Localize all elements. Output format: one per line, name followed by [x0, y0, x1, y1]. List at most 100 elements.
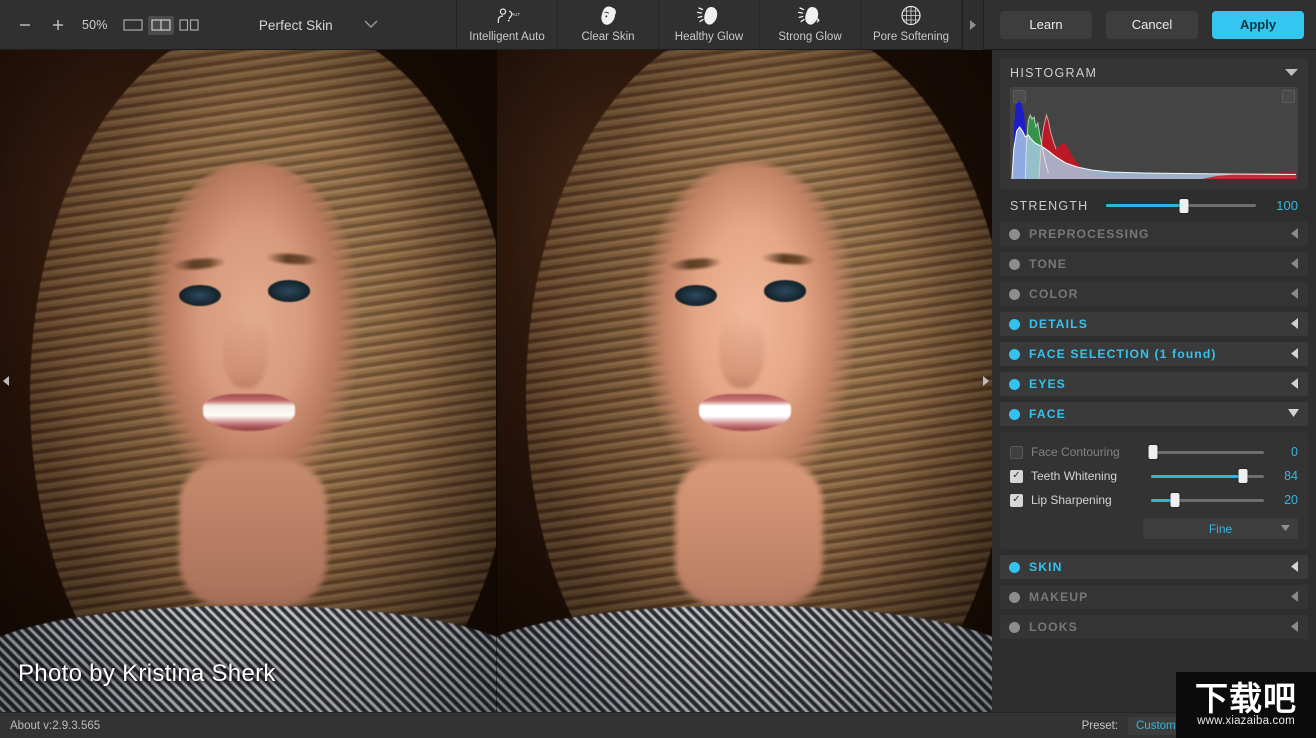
enable-dot-icon[interactable] [1009, 408, 1020, 420]
sidebar-item-makeup[interactable]: MAKEUP [1000, 585, 1308, 609]
zoom-level-label: 50% [82, 18, 108, 32]
triangle-left-icon[interactable] [1291, 227, 1299, 241]
zoom-controls: 50% [0, 0, 202, 50]
chevron-down-icon[interactable] [363, 19, 379, 32]
preset-key-label: Preset: [1081, 719, 1118, 732]
triangle-left-icon[interactable] [1291, 620, 1299, 634]
enable-dot-icon[interactable] [1009, 288, 1020, 300]
about-version-label[interactable]: About v:2.9.3.565 [0, 720, 100, 732]
intelligent-auto-icon: AUTO [494, 2, 520, 30]
histogram-header[interactable]: HISTOGRAM [1010, 66, 1298, 80]
enable-dot-icon[interactable] [1009, 561, 1020, 573]
split-divider[interactable] [496, 50, 497, 712]
tool-strong-glow[interactable]: Strong Glow [760, 0, 861, 50]
dropdown-value: Fine [1208, 521, 1233, 536]
triangle-left-icon[interactable] [1291, 560, 1299, 574]
sidebar-item-color[interactable]: COLOR [1000, 282, 1308, 306]
enable-dot-icon[interactable] [1009, 621, 1020, 633]
slider-knob[interactable] [1238, 469, 1248, 483]
slider-knob[interactable] [1148, 445, 1158, 459]
zoom-out-icon[interactable] [10, 10, 40, 40]
image-canvas[interactable]: Photo by Kristina Sherk [0, 50, 992, 712]
app-window: 50% Perfect Skin AUT Intelligent Auto Cl… [0, 0, 1316, 738]
sidebar-item-face[interactable]: FACE [1000, 402, 1308, 426]
preset-selector[interactable]: Perfect Skin [202, 0, 456, 50]
watermark-logo-text: 下载吧 [1195, 678, 1297, 718]
checkbox-lip-sharpening[interactable]: ✓ [1010, 493, 1023, 507]
apply-button[interactable]: Apply [1212, 10, 1304, 39]
tool-healthy-glow[interactable]: Healthy Glow [659, 0, 760, 50]
tool-intelligent-auto[interactable]: AUTO Intelligent Auto [457, 0, 558, 50]
section-title: PREPROCESSING [1029, 227, 1150, 241]
sidebar-item-looks[interactable]: LOOKS [1000, 615, 1308, 639]
sidebar-item-face-selection[interactable]: FACE SELECTION (1 found) [1000, 342, 1308, 366]
histogram-plot [1010, 87, 1298, 179]
section-title: SKIN [1029, 560, 1063, 574]
tool-label: Strong Glow [778, 31, 842, 43]
triangle-left-icon[interactable] [1291, 590, 1299, 604]
single-pane-icon[interactable] [120, 16, 146, 35]
triangle-down-icon[interactable] [1285, 68, 1298, 78]
clear-skin-icon [595, 2, 621, 30]
sidebar-item-details[interactable]: DETAILS [1000, 312, 1308, 336]
sidebar-item-preprocessing[interactable]: PREPROCESSING [1000, 222, 1308, 246]
triangle-down-icon[interactable] [1288, 409, 1299, 419]
vignette-overlay [0, 50, 496, 712]
triangle-down-icon[interactable] [1281, 524, 1290, 533]
slider-lip-sharpening[interactable] [1151, 493, 1264, 507]
adjustments-panel: HISTOGRAM STRENGTH 100 PREPROCESSING TON… [992, 50, 1316, 712]
watermark: 下载吧 www.xiazaiba.com [1176, 672, 1316, 738]
strong-glow-icon [796, 2, 824, 30]
slider-face-contouring[interactable] [1148, 445, 1264, 459]
lip-sharpening-mode-dropdown[interactable]: Fine [1143, 518, 1298, 539]
sidebar-item-eyes[interactable]: EYES [1000, 372, 1308, 396]
checkbox-face-contouring[interactable]: ✓ [1010, 445, 1023, 459]
control-value: 20 [1284, 493, 1298, 507]
slider-fill [1106, 204, 1184, 207]
triangle-left-icon[interactable] [1291, 317, 1299, 331]
sidebar-item-skin[interactable]: SKIN [1000, 555, 1308, 579]
enable-dot-icon[interactable] [1009, 591, 1020, 603]
tool-pore-softening[interactable]: Pore Softening [861, 0, 962, 50]
enable-dot-icon[interactable] [1009, 228, 1020, 240]
enable-dot-icon[interactable] [1009, 378, 1020, 390]
side-by-side-icon[interactable] [176, 16, 202, 35]
preset-value-label: Custom [1136, 719, 1176, 732]
checkbox-teeth-whitening[interactable]: ✓ [1010, 469, 1023, 483]
triangle-left-icon[interactable] [1291, 347, 1299, 361]
strength-slider[interactable] [1106, 198, 1256, 213]
vignette-overlay [496, 50, 992, 712]
sidebar-item-tone[interactable]: TONE [1000, 252, 1308, 276]
section-title: MAKEUP [1029, 590, 1089, 604]
learn-button[interactable]: Learn [1000, 10, 1092, 39]
slider-knob[interactable] [1170, 493, 1180, 507]
control-value: 84 [1284, 469, 1298, 483]
strength-label: STRENGTH [1010, 198, 1089, 213]
cancel-button[interactable]: Cancel [1106, 10, 1198, 39]
split-pane-icon[interactable] [147, 15, 174, 35]
action-buttons: Learn Cancel Apply [984, 0, 1316, 49]
enable-dot-icon[interactable] [1009, 258, 1020, 270]
healthy-glow-icon [695, 2, 723, 30]
tool-label: Intelligent Auto [469, 31, 545, 43]
tool-presets-strip: AUTO Intelligent Auto Clear Skin [456, 0, 984, 50]
tool-clear-skin[interactable]: Clear Skin [558, 0, 659, 50]
control-lip-sharpening: ✓ Lip Sharpening 20 [1010, 488, 1298, 512]
histogram-card: HISTOGRAM [1000, 58, 1308, 189]
chevron-right-icon[interactable] [980, 368, 992, 394]
photo-credit: Photo by Kristina Sherk [18, 660, 276, 687]
enable-dot-icon[interactable] [1009, 348, 1020, 360]
preset-selector-label: Perfect Skin [258, 17, 333, 33]
tool-label: Clear Skin [581, 31, 635, 43]
triangle-left-icon[interactable] [1291, 377, 1299, 391]
enable-dot-icon[interactable] [1009, 318, 1020, 330]
chevron-right-icon[interactable] [962, 0, 984, 50]
chevron-left-icon[interactable] [0, 368, 12, 394]
section-title: EYES [1029, 377, 1066, 391]
triangle-left-icon[interactable] [1291, 287, 1299, 301]
slider-teeth-whitening[interactable] [1151, 469, 1264, 483]
triangle-left-icon[interactable] [1291, 257, 1299, 271]
slider-knob[interactable] [1179, 198, 1189, 213]
zoom-in-icon[interactable] [43, 10, 73, 40]
section-title: LOOKS [1029, 620, 1078, 634]
